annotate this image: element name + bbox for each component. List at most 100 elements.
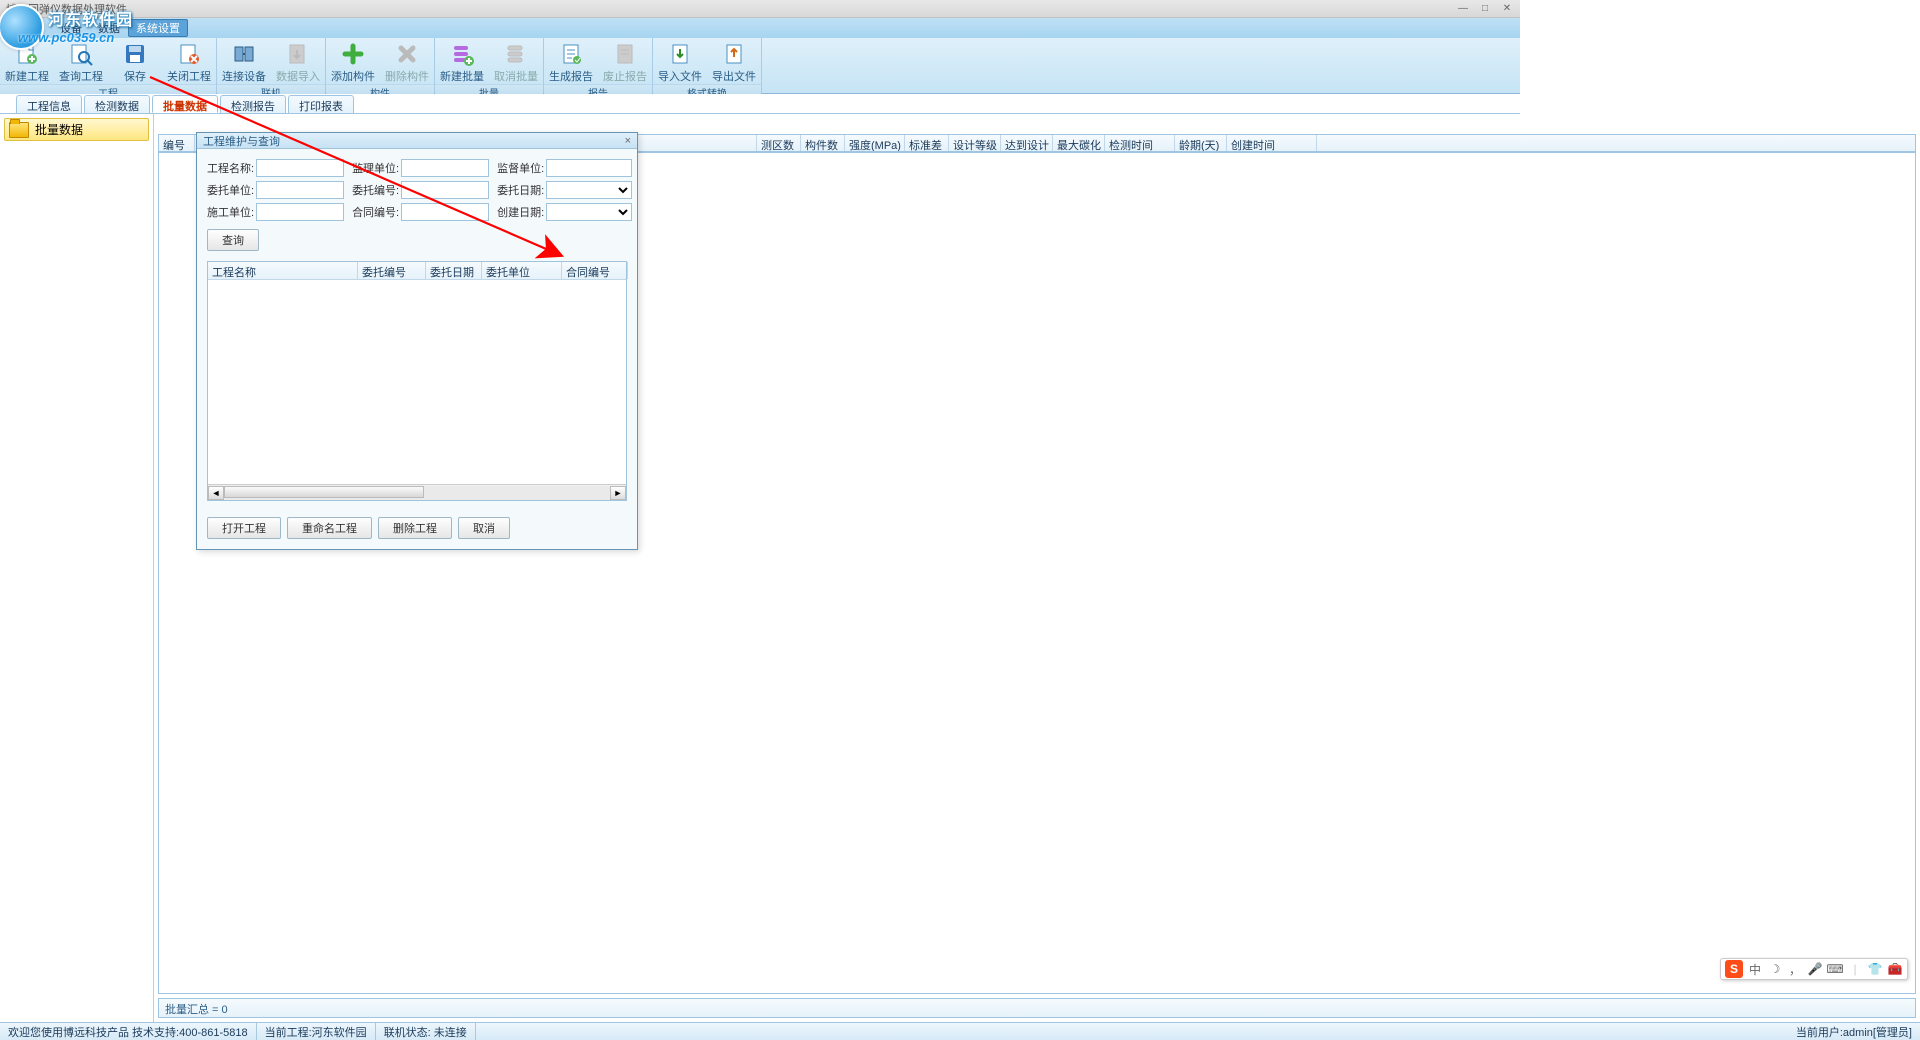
ribbon-save[interactable]: 保存 bbox=[108, 38, 162, 84]
grid-col[interactable]: 龄期(天) bbox=[1175, 135, 1227, 151]
menu-data[interactable]: 数据 bbox=[90, 20, 128, 36]
input-proj-name[interactable] bbox=[256, 159, 344, 177]
x-icon bbox=[394, 41, 420, 67]
ribbon-new-project[interactable]: 新建工程 bbox=[0, 38, 54, 84]
minimize-button[interactable]: — bbox=[1454, 1, 1472, 15]
ribbon: 新建工程查询工程保存关闭工程工程连接设备数据导入联机添加构件删除构件构件新建批量… bbox=[0, 38, 1520, 94]
left-panel: 批量数据 bbox=[0, 114, 154, 1022]
dialog-grid-col[interactable]: 委托日期 bbox=[426, 262, 482, 279]
delete-project-button[interactable]: 删除工程 bbox=[378, 517, 452, 539]
input-supervise-unit[interactable] bbox=[401, 159, 489, 177]
doc-plus-icon bbox=[14, 41, 40, 67]
ribbon-import-data: 数据导入 bbox=[271, 38, 325, 84]
window-titlebar: 博远回弹仪数据处理软件 — □ ✕ bbox=[0, 0, 1520, 18]
disk-icon bbox=[122, 41, 148, 67]
grid-col[interactable]: 检测时间 bbox=[1105, 135, 1175, 151]
right-panel: 编号 测区数构件数强度(MPa)标准差设计等级达到设计最大碳化检测时间龄期(天)… bbox=[154, 114, 1920, 1022]
input-oversee-unit[interactable] bbox=[546, 159, 632, 177]
field-label: 合同编号: bbox=[352, 204, 399, 220]
ime-skin-icon[interactable]: 👕 bbox=[1867, 961, 1883, 977]
close-button[interactable]: ✕ bbox=[1498, 1, 1516, 15]
grid-col[interactable]: 构件数 bbox=[801, 135, 845, 151]
dialog-result-grid: 工程名称委托编号委托日期委托单位合同编号 ◄ ► bbox=[207, 261, 627, 501]
ribbon-export-file[interactable]: 导出文件 bbox=[707, 38, 761, 84]
tab-4[interactable]: 打印报表 bbox=[288, 95, 354, 113]
grid-summary: 批量汇总 = 0 bbox=[158, 998, 1916, 1018]
status-bar: 欢迎您使用博远科技产品 技术支持:400-861-5818 当前工程:河东软件园… bbox=[0, 1022, 1920, 1040]
ime-toolbox-icon[interactable]: 🧰 bbox=[1887, 961, 1903, 977]
grid-col[interactable]: 设计等级 bbox=[949, 135, 1001, 151]
ribbon-new-batch[interactable]: 新建批量 bbox=[435, 38, 489, 84]
grid-col[interactable]: 最大碳化 bbox=[1053, 135, 1105, 151]
ime-badge-icon[interactable]: S bbox=[1725, 960, 1743, 978]
status-welcome: 欢迎您使用博远科技产品 技术支持:400-861-5818 bbox=[0, 1023, 257, 1040]
field-label: 施工单位: bbox=[207, 204, 254, 220]
rename-project-button[interactable]: 重命名工程 bbox=[287, 517, 372, 539]
input-create-date[interactable] bbox=[546, 203, 632, 221]
grid-col[interactable]: 强度(MPa) bbox=[845, 135, 905, 151]
ribbon-query-project[interactable]: 查询工程 bbox=[54, 38, 108, 84]
tree-root-batch-data[interactable]: 批量数据 bbox=[4, 118, 149, 141]
import-icon bbox=[285, 41, 311, 67]
ime-sep: | bbox=[1847, 961, 1863, 977]
input-construct-unit[interactable] bbox=[256, 203, 344, 221]
ribbon-close-project[interactable]: 关闭工程 bbox=[162, 38, 216, 84]
dialog-grid-scrollbar[interactable]: ◄ ► bbox=[208, 484, 626, 500]
grid-col[interactable]: 达到设计 bbox=[1001, 135, 1053, 151]
dialog-grid-col[interactable]: 委托单位 bbox=[482, 262, 562, 279]
maximize-button[interactable]: □ bbox=[1476, 1, 1494, 15]
ribbon-gen-report[interactable]: 生成报告 bbox=[544, 38, 598, 84]
batch-x-icon bbox=[503, 41, 529, 67]
report-icon bbox=[558, 41, 584, 67]
ime-lang[interactable]: 中 bbox=[1747, 961, 1763, 977]
field-label: 委托单位: bbox=[207, 182, 254, 198]
ime-mic-icon[interactable]: 🎤 bbox=[1807, 961, 1823, 977]
menu-system-settings[interactable]: 系统设置 bbox=[128, 19, 188, 37]
tab-0[interactable]: 工程信息 bbox=[16, 95, 82, 113]
input-entrust-unit[interactable] bbox=[256, 181, 344, 199]
scroll-right-icon[interactable]: ► bbox=[610, 486, 626, 500]
app-title: 博远回弹仪数据处理软件 bbox=[6, 1, 127, 17]
menu-file[interactable]: 文件(F) bbox=[0, 20, 52, 36]
tab-3[interactable]: 检测报告 bbox=[220, 95, 286, 113]
ribbon-connect-device[interactable]: 连接设备 bbox=[217, 38, 271, 84]
ime-moon-icon[interactable]: ☽ bbox=[1767, 961, 1783, 977]
dialog-title: 工程维护与查询 bbox=[203, 133, 280, 149]
dialog-close-icon[interactable]: × bbox=[625, 135, 631, 147]
dialog-grid-col[interactable]: 委托编号 bbox=[358, 262, 426, 279]
grid-col[interactable]: 创建时间 bbox=[1227, 135, 1317, 151]
grid-col[interactable]: 测区数 bbox=[757, 135, 801, 151]
ribbon-import-file[interactable]: 导入文件 bbox=[653, 38, 707, 84]
ime-punct-icon[interactable]: ， bbox=[1787, 961, 1803, 977]
dialog-grid-col[interactable]: 合同编号 bbox=[562, 262, 628, 279]
scroll-thumb[interactable] bbox=[224, 486, 424, 498]
ribbon-add-component[interactable]: 添加构件 bbox=[326, 38, 380, 84]
device-icon bbox=[231, 41, 257, 67]
scroll-left-icon[interactable]: ◄ bbox=[208, 486, 224, 500]
status-current-project: 当前工程:河东软件园 bbox=[257, 1023, 376, 1040]
grid-col-id[interactable]: 编号 bbox=[159, 135, 195, 151]
ribbon-delete-component: 删除构件 bbox=[380, 38, 434, 84]
field-label: 委托编号: bbox=[352, 182, 399, 198]
field-label: 监理单位: bbox=[352, 160, 399, 176]
tab-2[interactable]: 批量数据 bbox=[152, 95, 218, 113]
grid-col[interactable]: 标准差 bbox=[905, 135, 949, 151]
input-contract-no[interactable] bbox=[401, 203, 489, 221]
ime-keyboard-icon[interactable]: ⌨ bbox=[1827, 961, 1843, 977]
query-button[interactable]: 查询 bbox=[207, 229, 259, 251]
tab-1[interactable]: 检测数据 bbox=[84, 95, 150, 113]
field-label: 创建日期: bbox=[497, 204, 544, 220]
folder-icon bbox=[9, 122, 29, 138]
cancel-button[interactable]: 取消 bbox=[458, 517, 510, 539]
menu-device[interactable]: 设备 bbox=[52, 20, 90, 36]
input-entrust-no[interactable] bbox=[401, 181, 489, 199]
dialog-grid-col[interactable]: 工程名称 bbox=[208, 262, 358, 279]
ribbon-cancel-batch: 取消批量 bbox=[489, 38, 543, 84]
open-project-button[interactable]: 打开工程 bbox=[207, 517, 281, 539]
search-icon bbox=[68, 41, 94, 67]
ime-toolbar[interactable]: S 中 ☽ ， 🎤 ⌨ | 👕 🧰 bbox=[1720, 958, 1908, 980]
tree-root-label: 批量数据 bbox=[35, 121, 83, 138]
dialog-titlebar[interactable]: 工程维护与查询 × bbox=[197, 133, 637, 149]
project-query-dialog: 工程维护与查询 × 工程名称:监理单位:监督单位:委托单位:委托编号:委托日期:… bbox=[196, 132, 638, 550]
input-entrust-date[interactable] bbox=[546, 181, 632, 199]
